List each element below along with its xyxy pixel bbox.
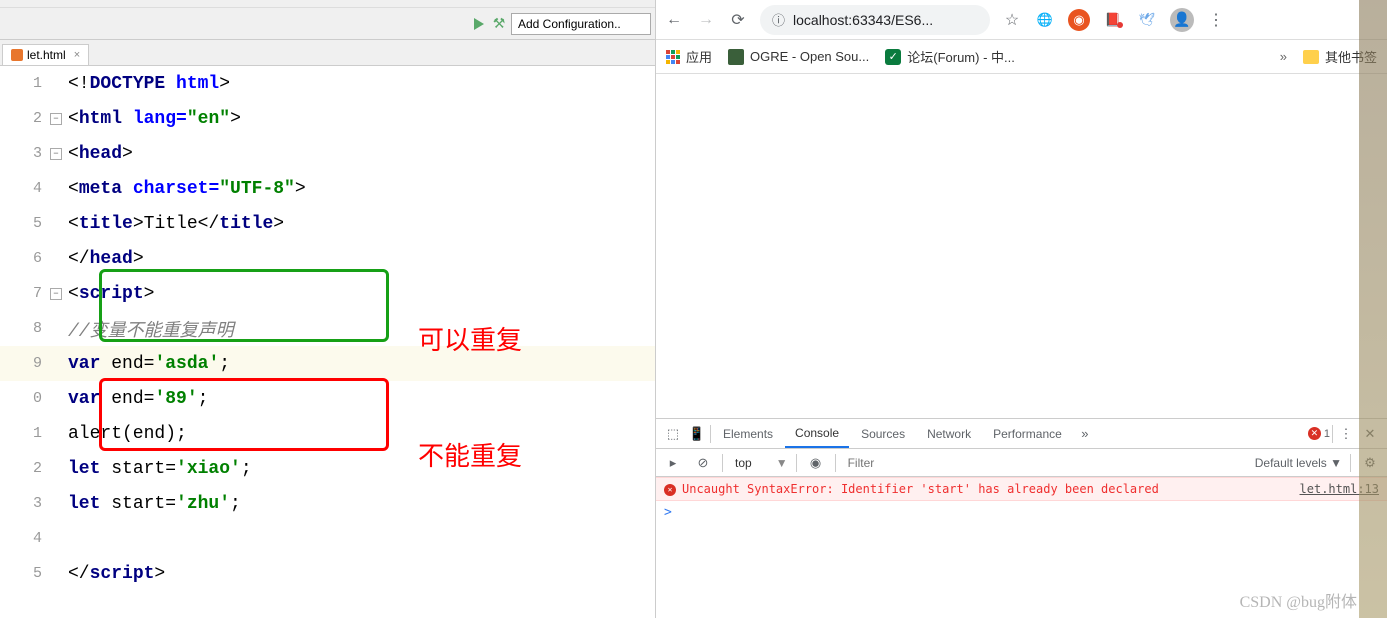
tab-elements[interactable]: Elements [713,421,783,447]
levels-select[interactable]: Default levels ▼ [1255,456,1342,470]
html-file-icon [11,49,23,61]
ide-menu-bar [0,0,655,8]
build-icon[interactable]: ⚒ [491,16,507,32]
info-icon[interactable]: ⓘ [772,10,785,29]
code-editor[interactable]: 1 2− 3− 4 5 6 7− 8 9 0 1 2 3 4 5 <!DOCTY… [0,66,655,618]
page-viewport [656,74,1387,418]
bookmark-label: 应用 [686,47,712,66]
run-config-dropdown[interactable]: Add Configuration.. [511,13,651,35]
chevron-right-icon[interactable]: » [1074,426,1096,441]
annotation-text-red: 不能重复 [418,436,522,473]
extension-icon[interactable]: ◉ [1068,9,1090,31]
line-number: 5 [0,206,68,241]
run-icon[interactable] [471,16,487,32]
chevron-right-icon[interactable]: » [1280,49,1287,64]
bookmark-item[interactable]: ✓ 论坛(Forum) - 中... [885,47,1015,66]
ogre-icon [728,49,744,65]
address-bar[interactable]: ⓘ localhost:63343/ES6... [760,5,990,35]
ide-toolbar: ⚒ Add Configuration.. [0,8,655,40]
bookmark-bar: 应用 OGRE - Open Sou... ✓ 论坛(Forum) - 中...… [656,40,1387,74]
line-number: 1 [0,66,68,101]
console-error-row: ✕ Uncaught SyntaxError: Identifier 'star… [656,477,1387,501]
extension-icon[interactable]: 📕 [1102,9,1124,31]
bookmark-label: 论坛(Forum) - 中... [907,47,1015,66]
settings-icon[interactable]: ⋮ [1335,426,1357,442]
folder-icon [1303,50,1319,64]
browser-pane: ← → ⟳ ⓘ localhost:63343/ES6... ☆ 🌐 ◉ 📕 🕊… [656,0,1387,618]
extension-icon[interactable]: 🌐 [1034,9,1056,31]
toggle-drawer-icon[interactable]: ▸ [662,455,684,471]
line-number: 2− [0,101,68,136]
fold-icon[interactable]: − [50,288,62,300]
tab-performance[interactable]: Performance [983,421,1072,447]
reload-icon[interactable]: ⟳ [728,10,748,30]
inspect-icon[interactable]: ⬚ [662,426,684,442]
forward-icon[interactable]: → [696,10,716,30]
browser-nav-bar: ← → ⟳ ⓘ localhost:63343/ES6... ☆ 🌐 ◉ 📕 🕊… [656,0,1387,40]
line-number: 3 [0,486,68,521]
line-number: 2 [0,451,68,486]
decorative-strip [1359,0,1387,618]
line-gutter: 1 2− 3− 4 5 6 7− 8 9 0 1 2 3 4 5 [0,66,68,618]
line-number: 1 [0,416,68,451]
line-number: 4 [0,521,68,556]
apps-icon [666,50,680,64]
annotation-text-green: 可以重复 [418,320,522,357]
apps-button[interactable]: 应用 [666,47,712,66]
fold-icon[interactable]: − [50,113,62,125]
file-tab[interactable]: let.html × [2,44,89,65]
eye-icon[interactable]: ◉ [805,455,827,471]
fold-icon[interactable]: − [50,148,62,160]
extension-icon[interactable]: 🕊 [1136,9,1158,31]
line-number: 9 [0,346,68,381]
line-number: 6 [0,241,68,276]
line-number: 8 [0,311,68,346]
watermark: CSDN @bug附体 [1240,588,1357,612]
line-number: 0 [0,381,68,416]
error-message: Uncaught SyntaxError: Identifier 'start'… [682,482,1294,496]
error-badge[interactable]: ✕1 [1308,427,1330,440]
device-icon[interactable]: 📱 [686,426,708,442]
line-number: 7− [0,276,68,311]
tab-network[interactable]: Network [917,421,981,447]
clear-icon[interactable]: ⊘ [692,455,714,471]
error-icon: ✕ [664,484,676,496]
check-icon: ✓ [885,49,901,65]
line-number: 5 [0,556,68,591]
filter-input[interactable] [844,454,944,472]
devtools-tab-bar: ⬚ 📱 Elements Console Sources Network Per… [656,419,1387,449]
tab-sources[interactable]: Sources [851,421,915,447]
file-tab-label: let.html [27,48,66,62]
console-prompt[interactable]: > [656,501,1387,524]
menu-icon[interactable]: ⋮ [1206,10,1226,30]
editor-tab-bar: let.html × [0,40,655,66]
star-icon[interactable]: ☆ [1002,10,1022,30]
console-toolbar: ▸ ⊘ top ▼ ◉ Default levels ▼ ⚙ [656,449,1387,477]
bookmark-item[interactable]: OGRE - Open Sou... [728,49,869,65]
back-icon[interactable]: ← [664,10,684,30]
tab-console[interactable]: Console [785,420,849,448]
url-text: localhost:63343/ES6... [793,12,933,28]
code-content[interactable]: <!DOCTYPE html> <html lang="en"> <head> … [68,66,655,618]
line-number: 4 [0,171,68,206]
line-number: 3− [0,136,68,171]
profile-avatar[interactable]: 👤 [1170,8,1194,32]
ide-pane: ⚒ Add Configuration.. let.html × 1 2− 3−… [0,0,656,618]
context-select[interactable]: top [731,454,768,472]
bookmark-label: OGRE - Open Sou... [750,49,869,64]
close-icon[interactable]: × [74,49,80,61]
